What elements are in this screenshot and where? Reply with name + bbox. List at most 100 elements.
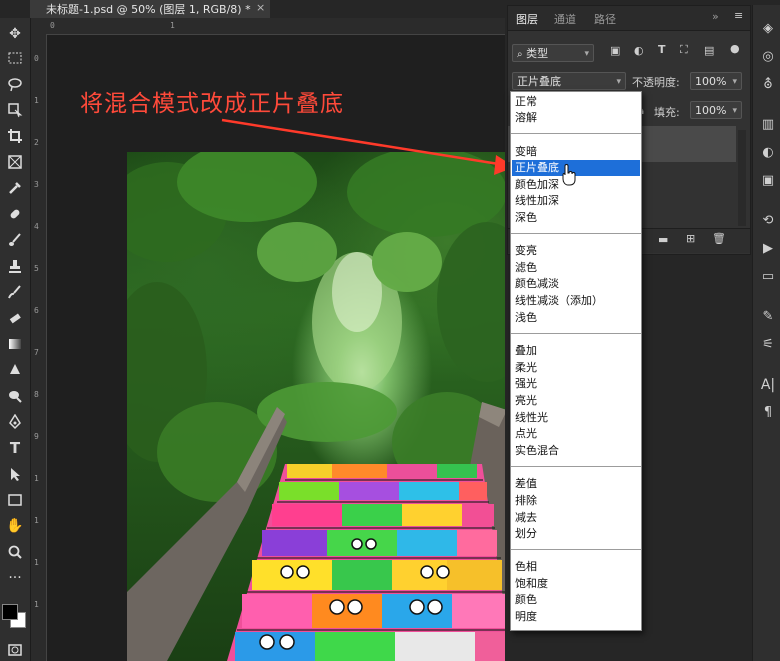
libraries-icon[interactable]: ▥: [760, 117, 776, 133]
channels-icon[interactable]: ◎: [760, 49, 776, 65]
object-select-tool-icon[interactable]: [4, 100, 26, 120]
blend-option[interactable]: 点光: [515, 426, 537, 442]
opacity-input[interactable]: 100% ▾: [690, 72, 742, 90]
eraser-tool-icon[interactable]: [4, 308, 26, 328]
jungle-stairs-photo[interactable]: [127, 152, 513, 661]
paragraph-icon[interactable]: ¶: [760, 405, 776, 421]
ruler-label: 8: [34, 390, 39, 399]
character-icon[interactable]: A|: [760, 377, 776, 393]
chevron-down-icon: ▾: [616, 77, 621, 87]
panel-menu-icon[interactable]: ≡: [734, 9, 743, 22]
shape-filter-icon[interactable]: ⛶: [680, 43, 688, 57]
tool-presets-icon[interactable]: ⚟: [760, 337, 776, 353]
ruler-label: 7: [34, 348, 39, 357]
blend-option[interactable]: 滤色: [515, 260, 537, 276]
menu-divider: [511, 549, 641, 550]
brush-tool-icon[interactable]: [4, 230, 26, 250]
dodge-tool-icon[interactable]: [4, 386, 26, 406]
panel-scrollbar[interactable]: [738, 130, 746, 226]
properties-icon[interactable]: ▣: [760, 173, 776, 189]
filter-toggle-icon[interactable]: ●: [730, 42, 740, 55]
delete-layer-icon[interactable]: 🗑︎: [712, 232, 726, 245]
crop-tool-icon[interactable]: [4, 126, 26, 146]
adjustments-icon[interactable]: ◐: [760, 145, 776, 161]
blend-option[interactable]: 线性光: [515, 410, 548, 426]
blend-option[interactable]: 浅色: [515, 310, 537, 326]
blend-option[interactable]: 线性加深: [515, 193, 559, 209]
brush-settings-icon[interactable]: ✎: [760, 309, 776, 325]
collapse-panel-button[interactable]: »: [712, 10, 719, 23]
move-tool-icon[interactable]: ✥: [4, 24, 26, 44]
blend-option[interactable]: 实色混合: [515, 443, 559, 459]
blend-option[interactable]: 差值: [515, 476, 537, 492]
blend-option[interactable]: 深色: [515, 210, 537, 226]
blend-option[interactable]: 变暗: [515, 144, 537, 160]
foreground-color-swatch[interactable]: [2, 604, 18, 620]
filter-type-select[interactable]: ⌕ 类型 ▾: [512, 44, 594, 62]
blend-option[interactable]: 亮光: [515, 393, 537, 409]
blend-option[interactable]: 强光: [515, 376, 537, 392]
new-layer-icon[interactable]: ⊞: [686, 232, 695, 245]
eyedropper-tool-icon[interactable]: [4, 178, 26, 198]
blend-option[interactable]: 变亮: [515, 243, 537, 259]
quick-mask-icon[interactable]: [4, 640, 26, 660]
ruler-label: 6: [34, 306, 39, 315]
blur-tool-icon[interactable]: [4, 360, 26, 380]
actions-play-icon[interactable]: ▶: [760, 241, 776, 257]
smart-object-filter-icon[interactable]: ▤: [704, 44, 714, 57]
menu-divider: [511, 233, 641, 234]
menu-divider: [511, 466, 641, 467]
chevron-down-icon: ▾: [732, 77, 737, 87]
blend-option[interactable]: 溶解: [515, 110, 537, 126]
tab-layers[interactable]: 图层: [516, 11, 538, 27]
frame-tool-icon[interactable]: [4, 152, 26, 172]
pen-tool-icon[interactable]: [4, 412, 26, 432]
type-filter-icon[interactable]: T: [658, 43, 666, 56]
blend-option[interactable]: 明度: [515, 609, 537, 625]
history-brush-tool-icon[interactable]: [4, 282, 26, 302]
clone-stamp-tool-icon[interactable]: [4, 256, 26, 276]
type-tool-icon[interactable]: T: [4, 438, 26, 458]
blend-option[interactable]: 排除: [515, 493, 537, 509]
hand-tool-icon[interactable]: ✋: [4, 516, 26, 536]
blend-option[interactable]: 线性减淡（添加）: [515, 293, 603, 309]
blend-mode-select[interactable]: 正片叠底 ▾: [512, 72, 626, 90]
close-tab-button[interactable]: ×: [256, 1, 265, 14]
marquee-tool-icon[interactable]: [4, 48, 26, 68]
blend-option[interactable]: 叠加: [515, 343, 537, 359]
group-folder-icon[interactable]: ▬: [658, 233, 668, 246]
opacity-label: 不透明度:: [632, 76, 680, 89]
blend-option[interactable]: 正常: [515, 94, 537, 110]
adjustment-filter-icon[interactable]: ◐: [634, 44, 644, 57]
fill-input[interactable]: 100% ▾: [690, 101, 742, 119]
photo-illustration: [127, 152, 513, 661]
blend-option[interactable]: 饱和度: [515, 576, 548, 592]
tab-channels[interactable]: 通道: [554, 11, 576, 27]
fill-label: 填充:: [654, 106, 680, 119]
blend-option[interactable]: 划分: [515, 526, 537, 542]
layers-stack-icon[interactable]: ◈: [760, 21, 776, 37]
blend-option[interactable]: 颜色减淡: [515, 276, 559, 292]
pixel-filter-icon[interactable]: ▣: [610, 44, 620, 57]
document-tab[interactable]: 未标题-1.psd @ 50% (图层 1, RGB/8) * ×: [30, 0, 270, 19]
ruler-label: 1: [34, 558, 39, 567]
blend-option[interactable]: 柔光: [515, 360, 537, 376]
lasso-tool-icon[interactable]: [4, 74, 26, 94]
path-selection-tool-icon[interactable]: [4, 464, 26, 484]
paths-icon[interactable]: ⛢: [760, 77, 776, 93]
history-icon[interactable]: ⟲: [760, 213, 776, 229]
ruler-label: 1: [34, 600, 39, 609]
blend-option[interactable]: 色相: [515, 559, 537, 575]
more-tools-icon[interactable]: ···: [4, 568, 26, 588]
tab-paths[interactable]: 路径: [594, 11, 616, 27]
gradient-tool-icon[interactable]: [4, 334, 26, 354]
blend-option[interactable]: 颜色加深: [515, 177, 559, 193]
comments-icon[interactable]: ▭: [760, 269, 776, 285]
zoom-tool-icon[interactable]: [4, 542, 26, 562]
blend-option[interactable]: 减去: [515, 510, 537, 526]
rectangle-tool-icon[interactable]: [4, 490, 26, 510]
blend-option[interactable]: 颜色: [515, 592, 537, 608]
healing-brush-tool-icon[interactable]: [4, 204, 26, 224]
ruler-label: 3: [34, 180, 39, 189]
mouse-cursor-icon: [562, 164, 576, 186]
